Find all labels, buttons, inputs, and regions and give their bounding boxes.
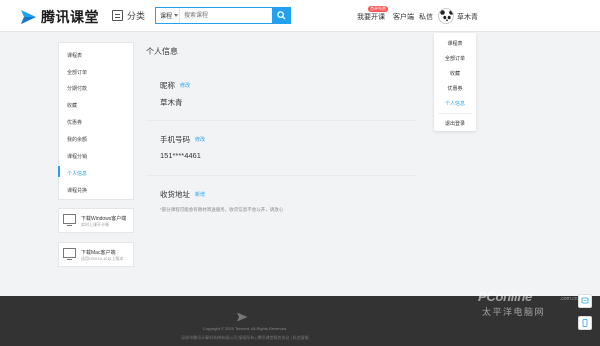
nickname-label: 昵称 bbox=[160, 81, 175, 90]
float-message-button[interactable] bbox=[578, 294, 592, 308]
dropdown-item-profile[interactable]: 个人信息 bbox=[434, 100, 476, 107]
search-input[interactable] bbox=[180, 8, 272, 23]
watermark-chinese: 太平洋电脑网 bbox=[482, 307, 546, 317]
download-mac-title: 下载Mac客户端 bbox=[81, 250, 116, 256]
dropdown-item-favorites[interactable]: 收藏 bbox=[434, 70, 476, 77]
sidebar-item-orders[interactable]: 全部订单 bbox=[67, 69, 87, 76]
phone-label: 手机号码 bbox=[160, 135, 190, 144]
search-type-label: 课程 bbox=[160, 14, 173, 20]
dropdown-item-coupons[interactable]: 优惠券 bbox=[434, 85, 476, 92]
footer-links[interactable]: 深圳市腾讯计算机系统有限公司 版权所有 | 腾讯课堂服务协议 | 私信客服 bbox=[0, 335, 490, 341]
list-icon bbox=[112, 10, 123, 21]
category-menu[interactable]: 分类 bbox=[112, 9, 145, 22]
sidebar-item-profile[interactable]: 个人信息 bbox=[67, 170, 87, 177]
sidebar-item-balance[interactable]: 我的余额 bbox=[67, 136, 87, 143]
nickname-value: 草木青 bbox=[160, 98, 183, 107]
address-label: 收货地址 bbox=[160, 190, 190, 199]
message-link[interactable]: 私信 bbox=[419, 12, 433, 22]
sidebar-item-coupons[interactable]: 优惠券 bbox=[67, 119, 82, 126]
search-type-select[interactable]: 课程 bbox=[156, 8, 180, 23]
logo[interactable]: 腾讯课堂 bbox=[19, 7, 99, 27]
footer-logo-icon bbox=[237, 312, 248, 322]
watermark-domain: .com.cn bbox=[560, 296, 578, 302]
sidebar-item-favorites[interactable]: 收藏 bbox=[67, 102, 77, 109]
phone-edit-link[interactable]: 修改 bbox=[195, 136, 205, 143]
dropdown-item-orders[interactable]: 全部订单 bbox=[434, 55, 476, 62]
sidebar-item-schedule[interactable]: 课程表 bbox=[67, 52, 82, 59]
username[interactable]: 草木青 bbox=[457, 12, 478, 22]
footer-copyright: Copyright © 2020 Tencent. All Rights Res… bbox=[202, 326, 288, 331]
dropdown-divider bbox=[438, 113, 472, 114]
dropdown-item-logout[interactable]: 退出登录 bbox=[434, 120, 476, 127]
user-dropdown-menu: 课程表 全部订单 收藏 优惠券 个人信息 退出登录 bbox=[434, 33, 476, 131]
panda-avatar-icon bbox=[440, 10, 453, 23]
address-note: *部分课程可能会有教材寄送服务，收货信息不会公开，请放心 bbox=[160, 207, 284, 212]
sidebar-nav: 课程表 全部订单 分期付款 收藏 优惠券 我的余额 课程分销 个人信息 课程兑换 bbox=[58, 42, 134, 200]
search-button[interactable] bbox=[272, 7, 291, 24]
download-mac-subtitle: 适用OSX10.10以上版本 bbox=[81, 256, 124, 261]
download-mac-card[interactable]: 下载Mac客户端 适用OSX10.10以上版本 bbox=[58, 242, 134, 267]
logo-icon bbox=[21, 10, 36, 24]
monitor-icon bbox=[63, 248, 76, 260]
divider bbox=[146, 175, 416, 176]
float-app-button[interactable] bbox=[578, 316, 592, 330]
client-link[interactable]: 客户端 bbox=[393, 12, 414, 22]
download-windows-subtitle: 实时上课不卡顿 bbox=[81, 222, 109, 227]
sidebar-item-distribution[interactable]: 课程分销 bbox=[67, 153, 87, 160]
search-bar: 课程 bbox=[155, 7, 291, 24]
divider bbox=[146, 120, 416, 121]
watermark-text: PConline bbox=[478, 289, 532, 304]
phone-icon bbox=[582, 319, 588, 327]
caret-down-icon bbox=[174, 14, 179, 17]
page-title: 个人信息 bbox=[146, 47, 178, 56]
apply-course-link[interactable]: 我要开课 bbox=[357, 12, 385, 22]
monitor-icon bbox=[63, 214, 76, 226]
download-windows-card[interactable]: 下载Windows客户端 实时上课不卡顿 bbox=[58, 208, 134, 233]
logo-text: 腾讯课堂 bbox=[41, 9, 99, 25]
phone-value: 151****4461 bbox=[160, 151, 201, 160]
sidebar-item-redeem[interactable]: 课程兑换 bbox=[67, 187, 87, 194]
download-windows-title: 下载Windows客户端 bbox=[81, 216, 127, 222]
category-label: 分类 bbox=[127, 11, 146, 21]
free-badge: 首单免费 bbox=[368, 6, 388, 12]
avatar[interactable] bbox=[438, 8, 454, 24]
top-header: 腾讯课堂 分类 课程 我要开课 首单免费 客户端 私信 草木青 bbox=[0, 0, 600, 32]
nickname-edit-link[interactable]: 修改 bbox=[180, 82, 190, 89]
chat-icon bbox=[581, 297, 589, 304]
sidebar-active-indicator bbox=[58, 166, 60, 177]
dropdown-item-schedule[interactable]: 课程表 bbox=[434, 40, 476, 47]
address-add-link[interactable]: 新增 bbox=[195, 191, 205, 198]
sidebar-item-installments[interactable]: 分期付款 bbox=[67, 85, 87, 92]
search-icon bbox=[277, 11, 286, 20]
